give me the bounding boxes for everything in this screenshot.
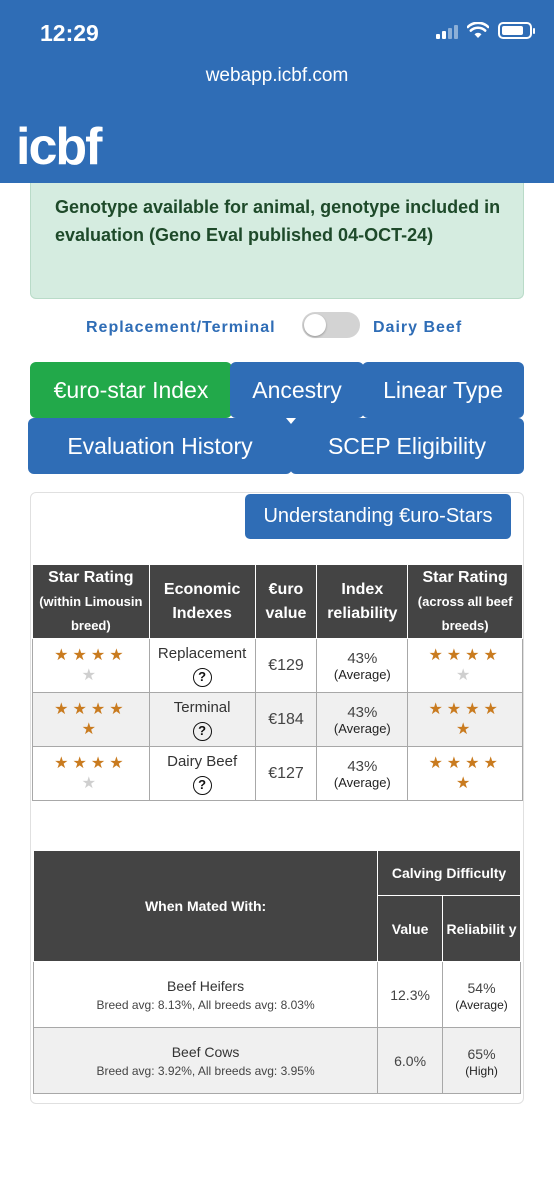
header-when-mated-with: When Mated With: [32, 850, 379, 962]
header-reliability: Reliabilit y [442, 895, 521, 962]
calving-reliability-label: (High) [465, 1063, 498, 1078]
table-row: Beef Heifers Breed avg: 8.13%, All breeds… [32, 961, 521, 1028]
status-time: 12:29 [40, 20, 99, 46]
calving-reliability-label: (Average) [455, 997, 508, 1012]
mated-with-name: Beef Cows [171, 1043, 240, 1060]
star-rating-icon: ★★★★ ★ [54, 646, 128, 684]
help-icon[interactable]: ? [192, 776, 212, 795]
euro-star-table: Star Rating (within Limousin breed) Econ… [32, 564, 523, 801]
tab-scep-eligibility[interactable]: SCEP Eligibility [290, 418, 524, 474]
tab-linear-type[interactable]: Linear Type [362, 362, 524, 418]
star-rating-within: ★★★★ ★ [32, 746, 150, 801]
star-rating-across: ★★★★ ★ [407, 746, 523, 801]
genotype-notice: Genotype available for animal, genotype … [30, 183, 524, 299]
status-icons [436, 22, 535, 39]
header-economic-indexes: Economic Indexes [148, 564, 256, 639]
calving-difficulty-table: When Mated With: Calving Difficulty Valu… [32, 850, 521, 1094]
star-rating-within: ★★★★ ★ [32, 638, 150, 693]
toggle-label-replacement-terminal: Replacement/Terminal [86, 319, 276, 336]
table-row: ★★★★ ★ Replacement? €129 43% (Average) ★★★… [32, 638, 523, 693]
star-rating-icon: ★★★★ ★ [428, 700, 502, 738]
calving-reliability: 54% [467, 979, 496, 996]
reliability-value: 43% [347, 703, 378, 721]
tab-ancestry[interactable]: Ancestry [230, 362, 364, 418]
tab-evaluation-history[interactable]: Evaluation History [28, 418, 292, 474]
star-rating-within: ★★★★ ★ [32, 692, 150, 747]
wifi-icon [467, 22, 489, 38]
help-icon[interactable]: ? [192, 668, 212, 687]
url-bar[interactable]: webapp.icbf.com [0, 65, 554, 87]
tab-euro-star-index[interactable]: €uro-star Index [30, 362, 232, 418]
table-row: Beef Cows Breed avg: 3.92%, All breeds av… [32, 1027, 521, 1094]
toggle-knob [304, 314, 326, 336]
star-rating-across: ★★★★ ★ [407, 692, 523, 747]
toggle-label-dairy-beef: Dairy Beef [373, 319, 463, 336]
header-star-rating-within: Star Rating (within Limousin breed) [32, 564, 150, 639]
star-rating-icon: ★★★★ ★ [428, 646, 502, 684]
calving-value: 6.0% [377, 1027, 444, 1094]
tab-notch-decoration [286, 418, 296, 424]
app-header: 12:29 webapp.icbf.com icbf [0, 0, 554, 183]
index-name: Terminal [173, 699, 231, 716]
mated-with-averages: Breed avg: 8.13%, All breeds avg: 8.03% [96, 997, 315, 1012]
euro-value: €184 [254, 692, 318, 747]
reliability-label: (Average) [333, 666, 391, 682]
reliability-label: (Average) [333, 720, 391, 736]
table-row: ★★★★ ★ Terminal? €184 43% (Average) ★★★★ ★ [32, 692, 523, 747]
index-name: Replacement [157, 645, 247, 662]
index-toggle-row: Replacement/Terminal Dairy Beef [0, 312, 554, 342]
help-icon[interactable]: ? [192, 722, 212, 741]
calving-reliability: 65% [467, 1045, 496, 1062]
calving-value: 12.3% [377, 961, 444, 1028]
header-value: Value [377, 895, 444, 962]
star-rating-icon: ★★★★ ★ [54, 700, 128, 738]
header-index-reliability: Index reliability [316, 564, 409, 639]
mated-with-averages: Breed avg: 3.92%, All breeds avg: 3.95% [96, 1063, 315, 1078]
reliability-value: 43% [347, 649, 378, 667]
star-rating-icon: ★★★★ ★ [54, 754, 128, 792]
mated-with-name: Beef Heifers [167, 977, 245, 994]
reliability-label: (Average) [333, 774, 391, 790]
euro-value: €127 [254, 746, 318, 801]
index-toggle-switch[interactable] [302, 312, 360, 338]
icbf-logo[interactable]: icbf [16, 117, 102, 177]
star-rating-across: ★★★★ ★ [407, 638, 523, 693]
cellular-signal-icon [436, 23, 458, 39]
header-euro-value: €uro value [254, 564, 318, 639]
index-name: Dairy Beef [167, 753, 238, 770]
header-calving-difficulty: Calving Difficulty [377, 850, 521, 896]
euro-value: €129 [254, 638, 318, 693]
reliability-value: 43% [347, 757, 378, 775]
understanding-euro-stars-button[interactable]: Understanding €uro-Stars [245, 494, 511, 539]
battery-icon [498, 22, 535, 39]
star-rating-icon: ★★★★ ★ [428, 754, 502, 792]
table-row: ★★★★ ★ Dairy Beef? €127 43% (Average) ★★★★… [32, 746, 523, 801]
header-star-rating-across: Star Rating (across all beef breeds) [407, 564, 523, 639]
